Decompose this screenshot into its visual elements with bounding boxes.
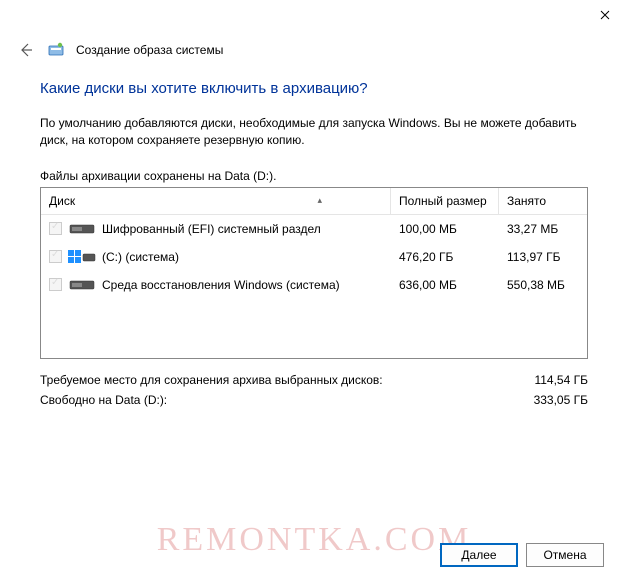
column-header-disk[interactable]: Диск ▴ [41,188,391,214]
disk-used: 113,97 ГБ [507,250,579,264]
disk-name: (C:) (система) [102,250,179,264]
table-row[interactable]: (C:) (система) 476,20 ГБ113,97 ГБ [41,243,587,271]
grid-header: Диск ▴ Полный размер Занято [41,188,587,215]
column-header-size[interactable]: Полный размер [391,188,499,214]
watermark: REMONTKA.COM [157,521,472,559]
description-text: По умолчанию добавляются диски, необходи… [40,115,588,149]
drive-icon [68,278,96,292]
disk-name: Среда восстановления Windows (система) [102,278,340,292]
required-space-value: 114,54 ГБ [534,373,588,387]
disk-used: 550,38 МБ [507,278,579,292]
drive-icon [68,222,96,236]
close-icon [600,10,610,20]
header-row: Создание образа системы [0,32,628,60]
storage-location-label: Файлы архивации сохранены на Data (D:). [40,169,588,183]
row-checkbox [49,250,62,263]
next-button[interactable]: Далее [440,543,518,567]
cancel-button[interactable]: Отмена [526,543,604,567]
back-button[interactable] [16,40,36,60]
free-space-value: 333,05 ГБ [534,393,588,407]
page-heading: Какие диски вы хотите включить в архивац… [40,80,588,97]
window-title: Создание образа системы [76,43,223,57]
free-space-label: Свободно на Data (D:): [40,393,167,407]
content: Какие диски вы хотите включить в архивац… [0,60,628,407]
required-space-label: Требуемое место для сохранения архива вы… [40,373,383,387]
sort-indicator-icon: ▴ [317,195,322,206]
footer-buttons: Далее Отмена [440,543,604,567]
disk-size: 636,00 МБ [399,278,507,292]
close-button[interactable] [582,0,628,30]
column-header-used[interactable]: Занято [499,188,587,214]
app-icon [48,42,64,58]
summary: Требуемое место для сохранения архива вы… [40,373,588,407]
disk-name: Шифрованный (EFI) системный раздел [102,222,321,236]
row-checkbox [49,278,62,291]
disk-used: 33,27 МБ [507,222,579,236]
grid-body: Шифрованный (EFI) системный раздел 100,00… [41,215,587,299]
disk-size: 476,20 ГБ [399,250,507,264]
table-row[interactable]: Среда восстановления Windows (система) 63… [41,271,587,299]
row-checkbox [49,222,62,235]
disk-size: 100,00 МБ [399,222,507,236]
drive-icon [68,250,96,264]
table-row[interactable]: Шифрованный (EFI) системный раздел 100,00… [41,215,587,243]
disk-grid: Диск ▴ Полный размер Занято Шифрованный … [40,187,588,359]
back-arrow-icon [18,42,34,58]
titlebar [0,0,628,32]
